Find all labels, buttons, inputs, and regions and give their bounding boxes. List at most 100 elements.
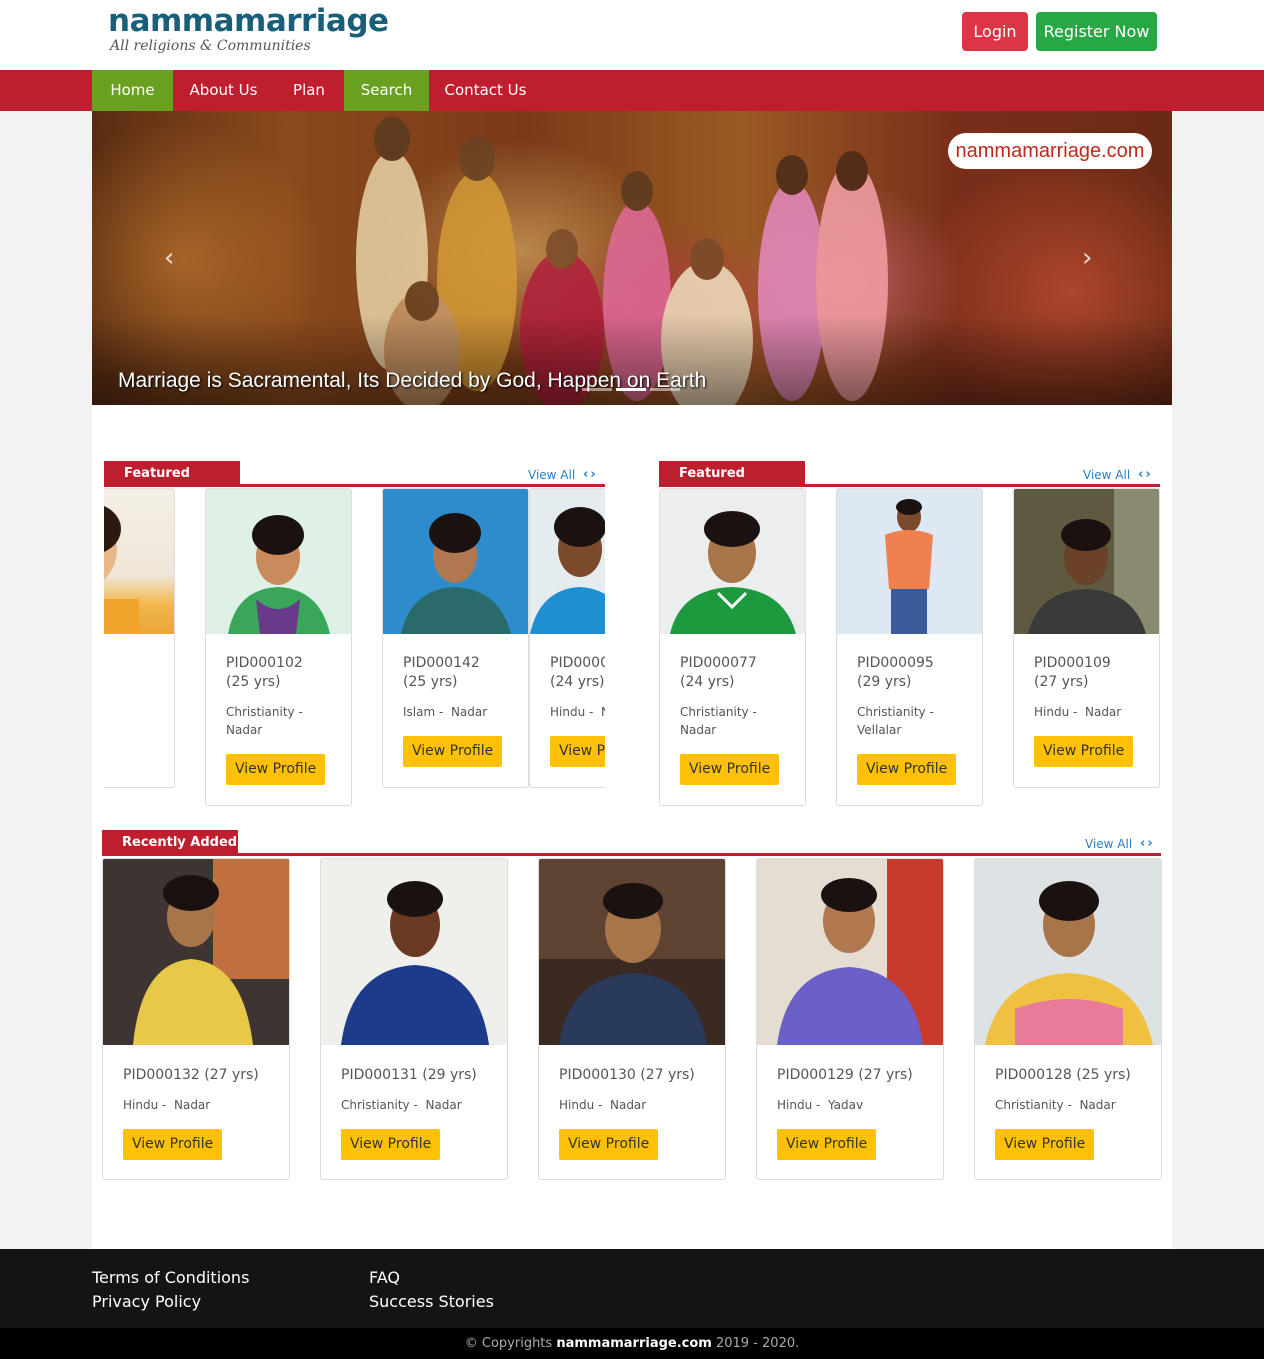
profile-card: PID000132 (27 yrs) Hindu - Nadar View Pr… bbox=[102, 858, 290, 1180]
caste-text: Yadav bbox=[827, 1098, 864, 1112]
view-profile-button[interactable]: View Profile bbox=[995, 1129, 1095, 1160]
login-button[interactable]: Login bbox=[962, 12, 1028, 51]
profile-id: PID000095 bbox=[857, 655, 934, 671]
caste-text: Nadar bbox=[1084, 705, 1122, 719]
profile-age: (25 yrs) bbox=[226, 674, 281, 690]
view-profile-button[interactable]: View Profile bbox=[857, 754, 957, 785]
featured-grooms-view-all[interactable]: View All bbox=[1083, 468, 1130, 482]
footer-link-terms[interactable]: Terms of Conditions bbox=[92, 1268, 249, 1287]
profile-photo[interactable] bbox=[975, 859, 1161, 1045]
main-content: Featured Brides View All ‹› 88 adav ofil… bbox=[92, 405, 1172, 1249]
profile-photo[interactable] bbox=[1014, 489, 1159, 634]
site-logo[interactable]: nammamarriage All religions & Communitie… bbox=[108, 4, 389, 54]
nav-plan[interactable]: Plan bbox=[274, 70, 344, 111]
religion-text: Christianity - bbox=[995, 1098, 1072, 1112]
profile-id: PID000131 (29 yrs) bbox=[341, 1067, 477, 1083]
view-profile-button[interactable]: View Profile bbox=[123, 1129, 223, 1160]
profile-card: PID000109 (27 yrs) Hindu - Nadar View Pr… bbox=[1013, 488, 1160, 788]
carousel-dot[interactable] bbox=[582, 388, 612, 391]
copyright-prefix: © Copyrights bbox=[464, 1336, 553, 1351]
profile-id: PID000130 (27 yrs) bbox=[559, 1067, 695, 1083]
profile-photo[interactable] bbox=[321, 859, 507, 1045]
profile-religion: Christianity - bbox=[857, 705, 934, 719]
nav-contact-us[interactable]: Contact Us bbox=[429, 70, 542, 111]
featured-grooms-rule bbox=[659, 484, 1160, 487]
profile-id: PID000132 (27 yrs) bbox=[123, 1067, 259, 1083]
profile-card: PID000142 (25 yrs) Islam - Nadar View Pr… bbox=[382, 488, 529, 788]
view-profile-button[interactable]: View Profile bbox=[680, 754, 780, 785]
featured-grooms-arrows[interactable]: ‹› bbox=[1138, 467, 1153, 482]
nav-home[interactable]: Home bbox=[92, 70, 173, 111]
featured-brides-arrows[interactable]: ‹› bbox=[583, 467, 598, 482]
featured-brides-carousel: 88 adav ofile PID000102 (25 yrs) Christi… bbox=[104, 488, 605, 818]
profile-photo[interactable] bbox=[103, 859, 289, 1045]
register-button[interactable]: Register Now bbox=[1036, 12, 1157, 51]
religion-text: Hindu - bbox=[550, 705, 594, 719]
profile-age: (25 yrs) bbox=[403, 674, 458, 690]
logo-tagline: All religions & Communities bbox=[110, 38, 311, 54]
hero-carousel: nammamarriage.com ‹ › Marriage is Sacram… bbox=[92, 111, 1172, 405]
profile-id: PID000129 (27 yrs) bbox=[777, 1067, 913, 1083]
recently-added-view-all[interactable]: View All bbox=[1085, 837, 1132, 851]
footer-link-faq[interactable]: FAQ bbox=[369, 1268, 400, 1287]
profile-age: (24 yrs) bbox=[680, 674, 735, 690]
profile-photo[interactable] bbox=[837, 489, 982, 634]
profile-age: (24 yrs) bbox=[550, 674, 605, 690]
profile-caste: Vellalar bbox=[857, 723, 902, 737]
caste-text: N bbox=[601, 705, 605, 719]
profile-card: PID000128 (25 yrs) Christianity - Nadar … bbox=[974, 858, 1162, 1180]
view-profile-button[interactable]: View Profile bbox=[226, 754, 326, 785]
profile-id: PID000077 bbox=[680, 655, 757, 671]
profile-id: PID000102 bbox=[226, 655, 303, 671]
caste-text: Nadar bbox=[425, 1098, 462, 1112]
profile-religion: Hindu - N bbox=[550, 703, 605, 721]
nav-search[interactable]: Search bbox=[344, 70, 429, 111]
nav-about-us[interactable]: About Us bbox=[173, 70, 274, 111]
profile-religion: Hindu - Yadav bbox=[777, 1096, 863, 1114]
profile-photo[interactable] bbox=[660, 489, 805, 634]
profile-card: PID000130 (27 yrs) Hindu - Nadar View Pr… bbox=[538, 858, 726, 1180]
religion-text: Hindu - bbox=[777, 1098, 821, 1112]
profile-religion: Christianity - Nadar bbox=[995, 1096, 1116, 1114]
carousel-dot[interactable] bbox=[650, 388, 680, 391]
footer-link-privacy[interactable]: Privacy Policy bbox=[92, 1292, 201, 1311]
profile-id: PID000128 (25 yrs) bbox=[995, 1067, 1131, 1083]
carousel-dot[interactable] bbox=[616, 388, 646, 391]
profile-photo[interactable] bbox=[383, 489, 528, 634]
chevron-left-icon[interactable]: ‹ bbox=[164, 243, 174, 273]
footer-link-success-stories[interactable]: Success Stories bbox=[369, 1292, 494, 1311]
view-profile-button[interactable]: View Profile bbox=[403, 736, 503, 767]
profile-age: (27 yrs) bbox=[1034, 674, 1089, 690]
profile-photo[interactable] bbox=[757, 859, 943, 1045]
featured-brides-view-all[interactable]: View All bbox=[528, 468, 575, 482]
profile-photo[interactable] bbox=[530, 489, 605, 634]
profile-religion: Christianity - bbox=[226, 705, 303, 719]
view-profile-button[interactable]: View Profile bbox=[1034, 736, 1134, 767]
recently-added-arrows[interactable]: ‹› bbox=[1140, 836, 1155, 851]
copyright-brand[interactable]: nammamarriage.com bbox=[556, 1336, 712, 1351]
view-profile-button[interactable]: View Profile bbox=[777, 1129, 877, 1160]
chevron-right-icon[interactable]: › bbox=[1082, 243, 1092, 273]
view-profile-button[interactable]: View Profile bbox=[559, 1129, 659, 1160]
profile-photo[interactable] bbox=[206, 489, 351, 634]
profile-card: PID000077 (24 yrs) Christianity - Nadar … bbox=[659, 488, 806, 806]
profile-id: PID000142 bbox=[403, 655, 480, 671]
profile-card: PID000102 (25 yrs) Christianity - Nadar … bbox=[205, 488, 352, 806]
carousel-indicators bbox=[582, 376, 684, 395]
profile-card: PID000131 (29 yrs) Christianity - Nadar … bbox=[320, 858, 508, 1180]
profile-photo[interactable] bbox=[104, 489, 174, 634]
profile-card: 88 adav ofile bbox=[104, 488, 175, 788]
religion-text: Christianity - bbox=[341, 1098, 418, 1112]
view-profile-button[interactable]: View Profile bbox=[341, 1129, 441, 1160]
caste-text: Nadar bbox=[609, 1098, 647, 1112]
profile-photo[interactable] bbox=[539, 859, 725, 1045]
caste-text: Nadar bbox=[173, 1098, 211, 1112]
religion-text: Islam - bbox=[403, 705, 444, 719]
profile-card: PID0000 (24 yrs) Hindu - N View Pr bbox=[529, 488, 605, 788]
view-profile-button[interactable]: View Pr bbox=[550, 736, 605, 767]
profile-religion: Hindu - Nadar bbox=[123, 1096, 210, 1114]
footer: Terms of Conditions Privacy Policy FAQ S… bbox=[0, 1249, 1264, 1328]
copyright-bar: © Copyrights nammamarriage.com 2019 - 20… bbox=[0, 1328, 1264, 1359]
copyright-years: 2019 - 2020. bbox=[715, 1336, 800, 1351]
profile-religion: Hindu - Nadar bbox=[1034, 703, 1121, 721]
